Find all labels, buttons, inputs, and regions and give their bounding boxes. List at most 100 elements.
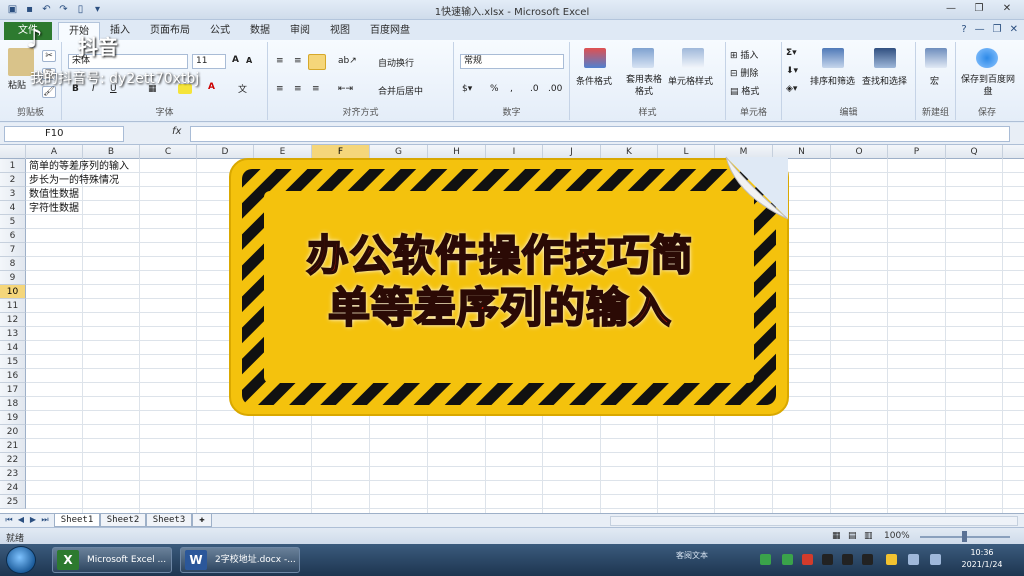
first-sheet-icon[interactable]: ⏮ <box>4 515 14 525</box>
column-header-a[interactable]: A <box>26 145 83 159</box>
row-header-10[interactable]: 10 <box>0 285 26 299</box>
format-as-table-icon[interactable] <box>632 48 654 68</box>
row-header-3[interactable]: 3 <box>0 187 26 201</box>
format-cells-button[interactable]: ▤ 格式 <box>730 84 759 97</box>
paste-button[interactable]: 粘贴 <box>8 78 26 91</box>
format-as-table-button[interactable]: 套用表格格式 <box>626 74 662 98</box>
row-header-13[interactable]: 13 <box>0 327 26 341</box>
zoom-level[interactable]: 100% <box>884 531 910 541</box>
cell-styles-button[interactable]: 单元格样式 <box>668 74 713 87</box>
row-header-25[interactable]: 25 <box>0 495 26 509</box>
phonetic-icon[interactable]: 文 <box>238 82 247 95</box>
tray-app-icon[interactable] <box>760 554 771 565</box>
align-left-icon[interactable]: ≡ <box>276 84 284 94</box>
row-header-16[interactable]: 16 <box>0 369 26 383</box>
align-center-icon[interactable]: ≡ <box>294 84 302 94</box>
taskbar-word[interactable]: W 2字校地址.docx -... <box>180 547 300 573</box>
tray-qq3-icon[interactable] <box>862 554 873 565</box>
tab-data[interactable]: 数据 <box>240 22 280 40</box>
cell-a1[interactable]: 简单的等差序列的输入 <box>29 160 129 174</box>
conditional-format-button[interactable]: 条件格式 <box>576 74 612 87</box>
cell-a3[interactable]: 数值性数据 <box>29 188 79 202</box>
comma-button[interactable]: , <box>510 84 513 94</box>
row-header-24[interactable]: 24 <box>0 481 26 495</box>
row-header-15[interactable]: 15 <box>0 355 26 369</box>
row-header-20[interactable]: 20 <box>0 425 26 439</box>
tray-volume-icon[interactable] <box>930 554 941 565</box>
row-header-22[interactable]: 22 <box>0 453 26 467</box>
align-top-icon[interactable]: ≡ <box>276 56 284 66</box>
sheet-tab-2[interactable]: Sheet2 <box>100 514 146 527</box>
tray-network-icon[interactable] <box>908 554 919 565</box>
taskbar-excel[interactable]: X Microsoft Excel ... <box>52 547 172 573</box>
percent-button[interactable]: % <box>490 84 499 94</box>
save-to-baidu-button[interactable]: 保存到百度网盘 <box>960 74 1016 98</box>
help-icon[interactable]: ? <box>961 24 966 35</box>
column-header-p[interactable]: P <box>888 145 946 159</box>
row-header-18[interactable]: 18 <box>0 397 26 411</box>
increase-decimal-icon[interactable]: .0 <box>530 84 539 94</box>
name-box[interactable]: F10 <box>4 126 124 142</box>
baidu-cloud-icon[interactable] <box>976 48 998 68</box>
clear-icon[interactable]: ◈▾ <box>786 84 797 94</box>
column-header-b[interactable]: B <box>83 145 140 159</box>
page-break-view-icon[interactable]: ▥ <box>864 531 873 541</box>
insert-function-icon[interactable]: fx <box>172 126 181 137</box>
clock[interactable]: 10:36 2021/1/24 <box>950 547 1014 571</box>
sort-filter-icon[interactable] <box>822 48 844 68</box>
next-sheet-icon[interactable]: ▶ <box>28 515 38 524</box>
delete-cells-button[interactable]: ⊟ 删除 <box>730 66 758 79</box>
ribbon-close-icon[interactable]: ✕ <box>1010 24 1018 35</box>
macro-button[interactable]: 宏 <box>930 74 939 87</box>
cell-styles-icon[interactable] <box>682 48 704 68</box>
ribbon-restore-icon[interactable]: ❐ <box>993 24 1002 35</box>
align-right-icon[interactable]: ≡ <box>312 84 320 94</box>
ribbon-minimize-icon[interactable]: — <box>975 24 985 35</box>
normal-view-icon[interactable]: ▦ <box>832 531 841 541</box>
sort-filter-button[interactable]: 排序和筛选 <box>810 74 855 87</box>
shrink-font-icon[interactable]: A <box>246 56 252 65</box>
find-select-icon[interactable] <box>874 48 896 68</box>
zoom-slider-handle[interactable] <box>962 531 967 542</box>
row-header-2[interactable]: 2 <box>0 173 26 187</box>
font-size-select[interactable]: 11 <box>192 54 226 69</box>
start-button[interactable] <box>6 546 36 574</box>
tab-baidu-netdisk[interactable]: 百度网盘 <box>360 22 420 40</box>
row-header-9[interactable]: 9 <box>0 271 26 285</box>
row-header-4[interactable]: 4 <box>0 201 26 215</box>
tray-qq2-icon[interactable] <box>842 554 853 565</box>
font-color-icon[interactable]: A <box>208 82 215 92</box>
last-sheet-icon[interactable]: ⏭ <box>40 515 50 525</box>
tab-review[interactable]: 审阅 <box>280 22 320 40</box>
row-header-8[interactable]: 8 <box>0 257 26 271</box>
row-header-17[interactable]: 17 <box>0 383 26 397</box>
macro-icon[interactable] <box>925 48 947 68</box>
row-header-14[interactable]: 14 <box>0 341 26 355</box>
insert-sheet-icon[interactable]: ✚ <box>192 514 212 527</box>
insert-cells-button[interactable]: ⊞ 插入 <box>730 48 758 61</box>
autosum-icon[interactable]: Σ▾ <box>786 48 797 58</box>
number-format-select[interactable]: 常规 <box>460 54 564 69</box>
conditional-format-icon[interactable] <box>584 48 606 68</box>
merge-center-button[interactable]: 合并后居中 <box>378 84 423 97</box>
tab-page-layout[interactable]: 页面布局 <box>140 22 200 40</box>
restore-button[interactable]: ❐ <box>966 1 992 17</box>
formula-input[interactable] <box>190 126 1010 142</box>
align-bottom-icon[interactable] <box>308 54 326 70</box>
column-header-c[interactable]: C <box>140 145 197 159</box>
grow-font-icon[interactable]: A <box>232 55 239 65</box>
tray-pdf-icon[interactable] <box>802 554 813 565</box>
cut-icon[interactable]: ✂ <box>42 50 56 62</box>
row-header-23[interactable]: 23 <box>0 467 26 481</box>
horizontal-scrollbar[interactable] <box>610 516 1018 526</box>
column-header-o[interactable]: O <box>831 145 888 159</box>
row-header-6[interactable]: 6 <box>0 229 26 243</box>
find-select-button[interactable]: 查找和选择 <box>862 74 907 87</box>
row-header-1[interactable]: 1 <box>0 159 26 173</box>
tab-view[interactable]: 视图 <box>320 22 360 40</box>
cell-a2[interactable]: 步长为一的特殊情况 <box>29 174 119 188</box>
tray-chat-icon[interactable] <box>782 554 793 565</box>
sheet-tab-1[interactable]: Sheet1 <box>54 514 100 527</box>
prev-sheet-icon[interactable]: ◀ <box>16 515 26 524</box>
row-header-21[interactable]: 21 <box>0 439 26 453</box>
